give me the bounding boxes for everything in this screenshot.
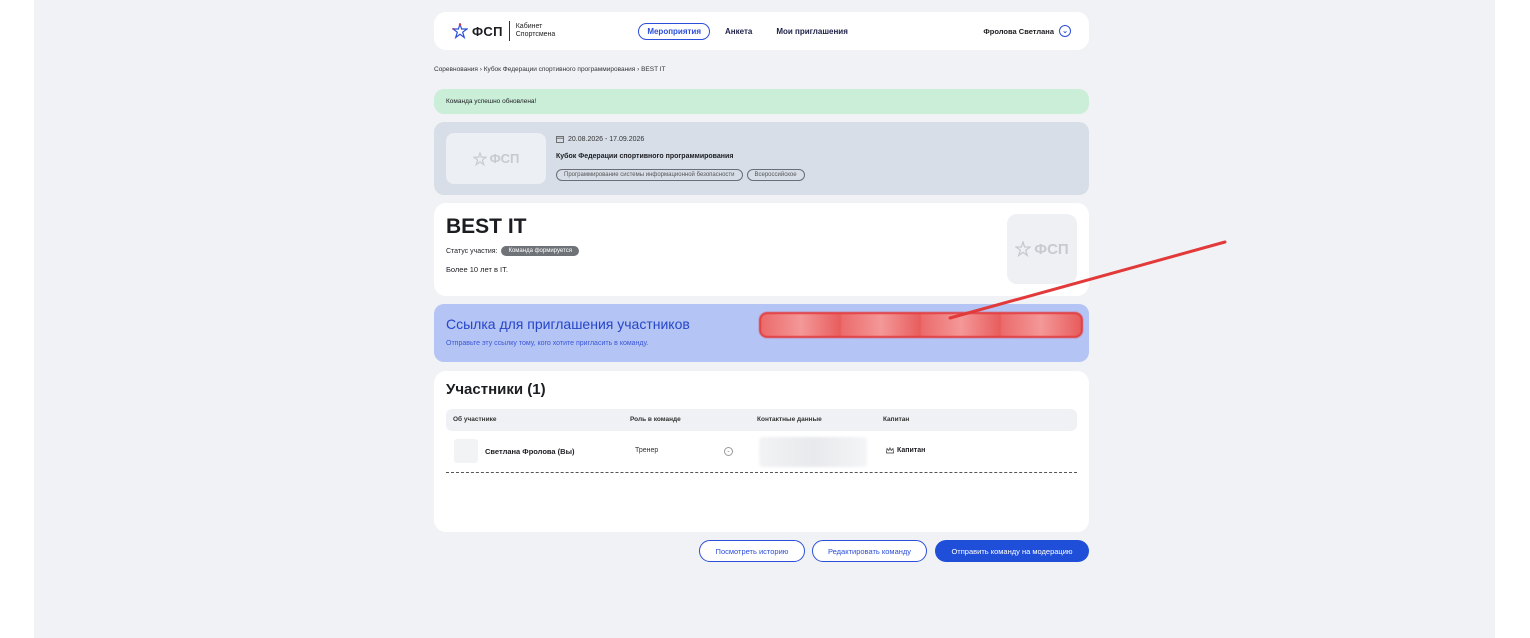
column-header: Об участнике bbox=[453, 416, 497, 423]
chevron-down-icon[interactable]: ⌄ bbox=[1059, 25, 1071, 37]
team-description: Более 10 лет в IT. bbox=[446, 265, 508, 274]
members-title: Участники (1) bbox=[446, 381, 546, 398]
column-header: Роль в команде bbox=[630, 416, 681, 423]
captain-marker: Капитан bbox=[886, 447, 925, 454]
logo[interactable]: ФСП Кабинет Спортсмена bbox=[452, 21, 555, 41]
event-tag: Всероссийское bbox=[746, 169, 805, 181]
logo-divider bbox=[508, 21, 510, 41]
star-logo-icon bbox=[452, 23, 468, 39]
members-table-header: Об участнике Роль в команде Контактные д… bbox=[446, 409, 1077, 431]
team-placeholder-logo: ФСП bbox=[1015, 240, 1069, 258]
column-header: Капитан bbox=[883, 416, 910, 423]
event-logo-text: ФСП bbox=[489, 151, 520, 166]
star-logo-icon bbox=[472, 151, 487, 166]
event-image: ФСП bbox=[446, 133, 546, 184]
nav-profile[interactable]: Анкета bbox=[725, 27, 752, 36]
main-nav: Мероприятия Анкета Мои приглашения bbox=[638, 22, 848, 40]
avatar bbox=[454, 439, 478, 463]
invite-link-panel: Ссылка для приглашения участников Отправ… bbox=[434, 304, 1089, 362]
breadcrumb[interactable]: Соревнования › Кубок Федерации спортивно… bbox=[434, 66, 666, 73]
logo-subtitle-line1: Кабинет bbox=[515, 23, 543, 30]
member-role: Тренер bbox=[635, 447, 659, 454]
team-logo-text: ФСП bbox=[1034, 240, 1069, 258]
user-name: Фролова Светлана bbox=[983, 26, 1054, 36]
edit-team-button[interactable]: Редактировать команду bbox=[812, 540, 927, 562]
logo-subtitle-line2: Спортсмена bbox=[515, 31, 556, 38]
crown-icon bbox=[886, 447, 894, 454]
invite-link-field[interactable] bbox=[759, 312, 1083, 338]
user-menu[interactable]: Фролова Светлана ⌄ bbox=[983, 25, 1071, 37]
captain-label: Капитан bbox=[897, 447, 926, 454]
event-dates: 20.08.2026 - 17.09.2026 bbox=[556, 135, 644, 143]
team-avatar: ФСП bbox=[1007, 214, 1077, 284]
team-name: BEST IT bbox=[446, 215, 527, 238]
star-logo-icon bbox=[1015, 241, 1032, 257]
view-history-button[interactable]: Посмотреть историю bbox=[699, 540, 805, 562]
nav-events[interactable]: Мероприятия bbox=[638, 22, 711, 40]
event-dates-text: 20.08.2026 - 17.09.2026 bbox=[568, 135, 645, 143]
table-row: Светлана Фролова (Вы) Тренер ⌄ Капитан bbox=[446, 433, 1077, 473]
team-actions: Посмотреть историю Редактировать команду… bbox=[434, 540, 1089, 562]
top-navbar: ФСП Кабинет Спортсмена Мероприятия Анкет… bbox=[434, 12, 1089, 50]
event-title: Кубок Федерации спортивного программиров… bbox=[556, 153, 734, 160]
calendar-icon bbox=[556, 136, 564, 143]
event-placeholder-logo: ФСП bbox=[472, 151, 520, 166]
event-card[interactable]: ФСП 20.08.2026 - 17.09.2026 Кубок Федера… bbox=[434, 122, 1089, 195]
logo-text: ФСП bbox=[472, 23, 503, 39]
invite-title: Ссылка для приглашения участников bbox=[446, 316, 690, 332]
logo-subtitle: Кабинет Спортсмена bbox=[516, 23, 556, 39]
column-header: Контактные данные bbox=[757, 416, 822, 423]
member-name: Светлана Фролова (Вы) bbox=[485, 447, 575, 456]
event-tag: Программирование системы информационной … bbox=[556, 169, 743, 181]
status-label: Статус участия: bbox=[446, 247, 498, 255]
team-card: BEST IT Статус участия: Команда формируе… bbox=[434, 203, 1089, 296]
success-alert: Команда успешно обновлена! bbox=[434, 89, 1089, 114]
nav-invitations[interactable]: Мои приглашения bbox=[776, 27, 848, 36]
member-contacts-redacted bbox=[759, 437, 867, 467]
team-status: Статус участия: Команда формируется bbox=[446, 246, 579, 256]
event-tags: Программирование системы информационной … bbox=[556, 169, 805, 181]
submit-moderation-button[interactable]: Отправить команду на модерацию bbox=[935, 540, 1089, 562]
status-badge: Команда формируется bbox=[501, 246, 579, 256]
chevron-down-icon[interactable]: ⌄ bbox=[724, 447, 733, 456]
members-card: Участники (1) Об участнике Роль в команд… bbox=[434, 371, 1089, 532]
invite-subtitle: Отправьте эту ссылку тому, кого хотите п… bbox=[446, 340, 649, 347]
